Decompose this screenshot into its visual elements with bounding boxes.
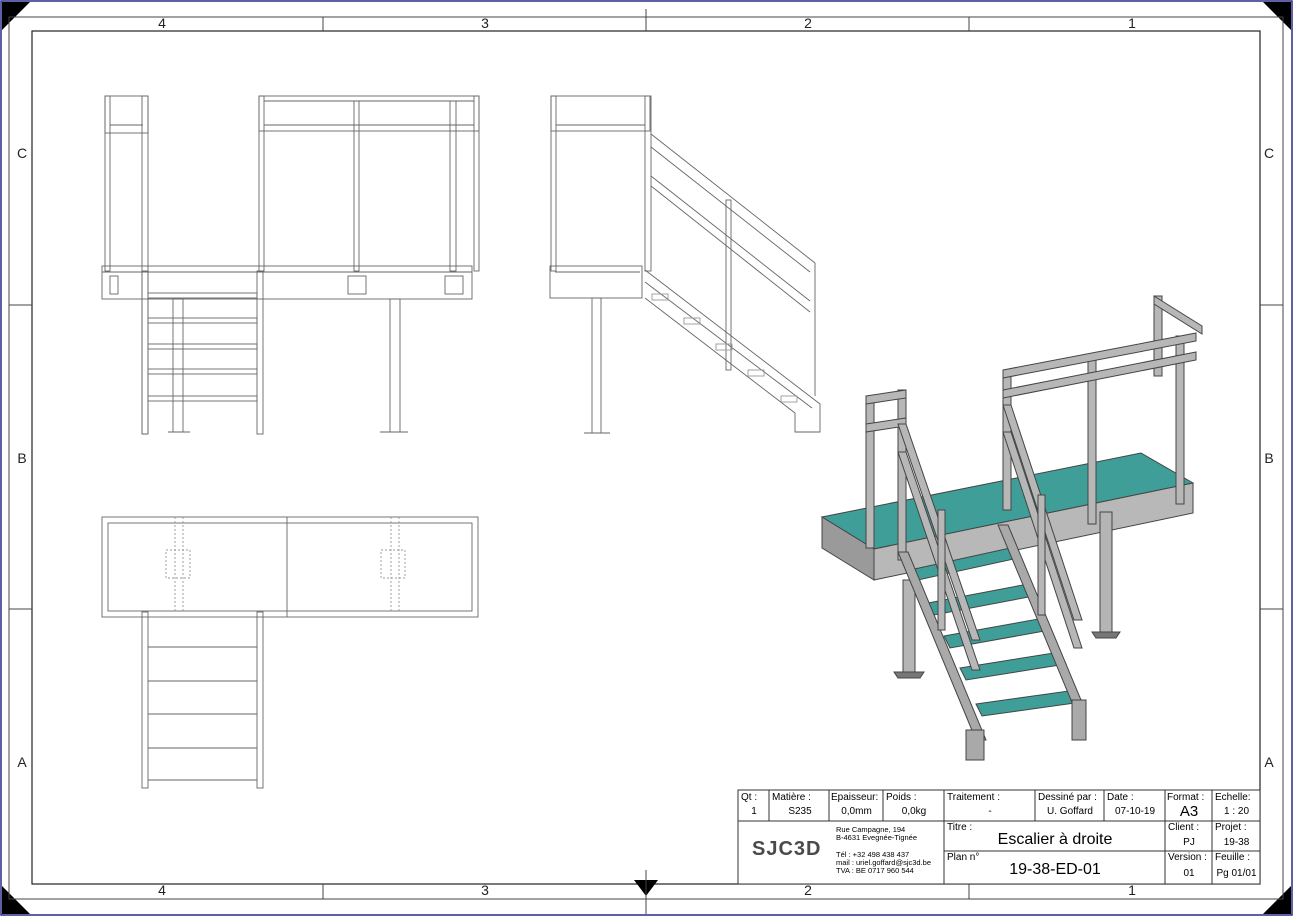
project-value: 19-38 (1223, 837, 1250, 848)
corner-mark-bl (2, 886, 30, 914)
column-label-1-bottom: 1 (1128, 882, 1136, 898)
version-label: Version : (1168, 852, 1207, 863)
treatment-value: - (988, 806, 992, 817)
column-label-3-bottom: 3 (481, 882, 489, 898)
column-label-4: 4 (158, 15, 166, 31)
plan-value: 19-38-ED-01 (1009, 861, 1101, 878)
weight-value: 0,0kg (901, 806, 927, 817)
thickness-label: Epaisseur: (831, 792, 879, 803)
format-value: A3 (1179, 803, 1199, 820)
vat: TVA : BE 0717 960 544 (836, 866, 914, 875)
drawn-by-value: U. Goffard (1047, 806, 1093, 817)
drawing-sheet (0, 0, 1293, 916)
corner-mark-tr (1263, 2, 1291, 30)
scale-value: 1 : 20 (1223, 806, 1250, 817)
date-value: 07-10-19 (1114, 806, 1156, 817)
column-label-2: 2 (804, 15, 812, 31)
row-label-a: A (17, 754, 27, 770)
top-view (101, 516, 479, 789)
material-value: S235 (788, 806, 812, 817)
sheet-label: Feuille : (1215, 852, 1251, 863)
qty-value: 1 (751, 806, 757, 817)
scale-label: Echelle: (1215, 792, 1251, 803)
page-border (0, 0, 1293, 916)
client-label: Client : (1168, 822, 1200, 833)
company-logo: SJC3D (752, 838, 822, 860)
isometric-view (820, 295, 1203, 761)
corner-mark-tl (2, 2, 30, 30)
material-label: Matière : (772, 792, 811, 803)
column-label-4-bottom: 4 (158, 882, 166, 898)
treatment-label: Traitement : (947, 792, 1000, 803)
column-label-3: 3 (481, 15, 489, 31)
column-label-2-bottom: 2 (804, 882, 812, 898)
row-label-c: C (16, 145, 28, 161)
row-label-b: B (17, 450, 27, 466)
date-label: Date : (1107, 792, 1134, 803)
row-label-b-right: B (1264, 450, 1274, 466)
sheet-value: Pg 01/01 (1216, 868, 1257, 879)
side-view (549, 95, 821, 434)
zone-frame-inner (31, 30, 1261, 885)
weight-label: Poids : (886, 792, 917, 803)
version-value: 01 (1183, 868, 1195, 879)
drawn-by-label: Dessiné par : (1038, 792, 1097, 803)
row-label-a-right: A (1264, 754, 1274, 770)
project-label: Projet : (1215, 822, 1247, 833)
thickness-value: 0,0mm (841, 806, 872, 817)
front-view (101, 95, 480, 435)
address-line-2: B-4631 Evegnée-Tignée (836, 833, 918, 842)
qty-label: Qt : (741, 792, 758, 803)
row-label-c-right: C (1263, 145, 1275, 161)
client-value: PJ (1183, 837, 1195, 848)
column-label-1: 1 (1128, 15, 1136, 31)
title-value: Escalier à droite (997, 831, 1113, 848)
corner-mark-br (1263, 886, 1291, 914)
